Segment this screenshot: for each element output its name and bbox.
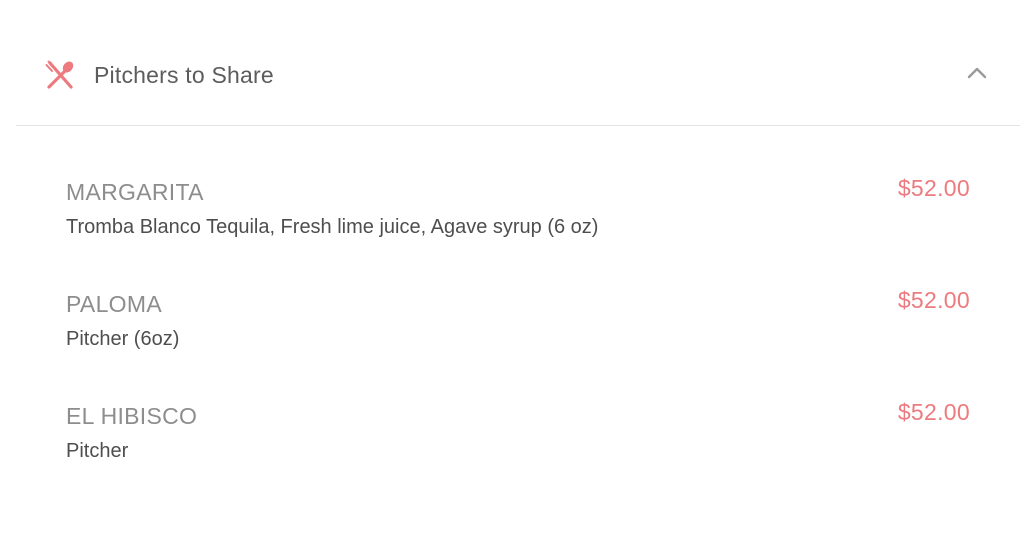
item-name: EL HIBISCO — [66, 403, 198, 429]
menu-item[interactable]: EL HIBISCO Pitcher $52.00 — [66, 399, 976, 482]
chevron-up-icon[interactable] — [966, 64, 988, 82]
menu-item[interactable]: MARGARITA Tromba Blanco Tequila, Fresh l… — [66, 175, 976, 258]
item-price: $52.00 — [897, 399, 970, 425]
item-description: Pitcher (6oz) — [66, 328, 180, 350]
item-name: PALOMA — [66, 291, 162, 317]
section-title: Pitchers to Share — [94, 62, 274, 88]
menu-page: Pitchers to Share MARGARITA Tromba Blanc… — [0, 0, 1024, 551]
item-description: Tromba Blanco Tequila, Fresh lime juice,… — [66, 216, 599, 238]
item-price: $52.00 — [897, 175, 970, 201]
item-name: MARGARITA — [66, 179, 204, 205]
section-header-pitchers[interactable]: Pitchers to Share — [16, 0, 1020, 126]
item-description: Pitcher — [66, 440, 129, 462]
menu-item[interactable]: PALOMA Pitcher (6oz) $52.00 — [66, 287, 976, 370]
item-price: $52.00 — [897, 287, 970, 313]
utensils-icon — [44, 59, 76, 91]
